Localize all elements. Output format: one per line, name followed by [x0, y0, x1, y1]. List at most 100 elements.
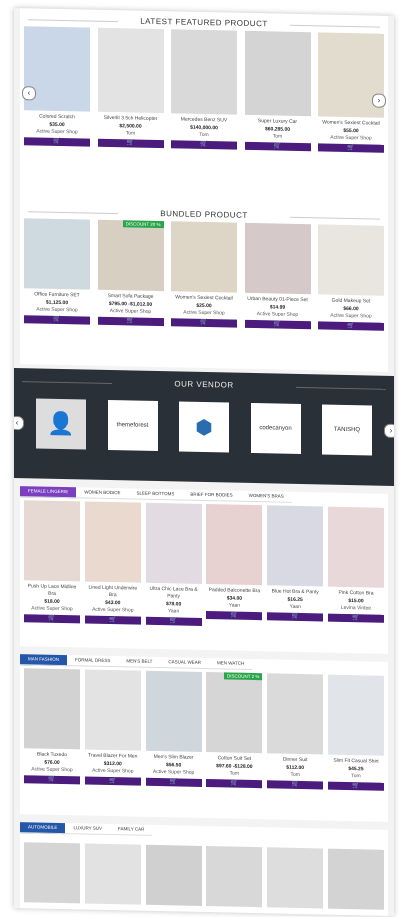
product-vendor[interactable]: Active Super Shop	[24, 766, 80, 774]
product-vendor[interactable]: Yaan	[206, 602, 262, 610]
product-vendor[interactable]: Tom	[98, 130, 164, 138]
product-image[interactable]	[84, 501, 141, 583]
product-card[interactable]: DISCOUNT 2 % Cotton Suit Set $97.60 -$12…	[206, 672, 263, 789]
product-image[interactable]	[24, 218, 90, 290]
product-card[interactable]: Men's Slim Blazer $56.50 Active Super Sh…	[145, 670, 202, 787]
product-card[interactable]: Super Luxury Car $60,285.00 Tom 🛒	[244, 30, 311, 152]
add-to-cart-button[interactable]: 🛒	[171, 318, 237, 328]
add-to-cart-button[interactable]: 🛒	[24, 614, 80, 624]
product-vendor[interactable]: Tom	[206, 770, 262, 778]
product-card[interactable]: Blue Hot Bra & Panty $16.25 Yaan 🛒	[267, 505, 324, 629]
product-card[interactable]: Lined Light Underwire Bra $43.00 Active …	[84, 501, 141, 625]
product-image[interactable]	[267, 673, 324, 755]
add-to-cart-button[interactable]: 🛒	[97, 138, 164, 149]
product-image[interactable]	[206, 846, 263, 908]
product-card[interactable]: Office Furniture SET $1,125.00 Active Su…	[24, 218, 90, 325]
product-card[interactable]: Slim Fit Casual Shirt $45.25 Tom 🛒	[327, 674, 384, 791]
product-image[interactable]	[24, 500, 80, 582]
product-card[interactable]: Mercedes Benz SUV $140,000.00 Tom 🛒	[171, 29, 237, 150]
product-image[interactable]	[171, 221, 237, 293]
product-card[interactable]: Colored Scratch $35.00 Active Super Shop…	[24, 26, 90, 147]
add-to-cart-button[interactable]: 🛒	[327, 613, 384, 623]
add-to-cart-button[interactable]: 🛒	[206, 611, 263, 621]
product-vendor[interactable]: Yaan	[146, 608, 202, 616]
add-to-cart-button[interactable]: 🛒	[327, 781, 384, 791]
product-image[interactable]: DISCOUNT 2 %	[206, 672, 263, 754]
product-card[interactable]	[267, 847, 324, 912]
add-to-cart-button[interactable]: 🛒	[244, 319, 311, 330]
product-image[interactable]	[327, 674, 384, 756]
product-card[interactable]: Dinner Suit $112.00 Tom 🛒	[267, 673, 324, 790]
add-to-cart-button[interactable]: 🛒	[84, 615, 141, 625]
product-vendor[interactable]: Active Super Shop	[318, 134, 384, 142]
vendor-next-button[interactable]: ›	[384, 423, 394, 439]
product-image[interactable]	[24, 668, 80, 750]
product-vendor[interactable]: Active Super Shop	[171, 309, 237, 317]
product-vendor[interactable]: Levina Vintee	[328, 605, 384, 613]
product-image[interactable]	[267, 505, 324, 587]
product-card[interactable]: Pink Cotton Bra $15.00 Levina Vintee 🛒	[327, 506, 384, 630]
add-to-cart-button[interactable]: 🛒	[84, 776, 141, 786]
vendor-logo[interactable]: codecanyon	[250, 402, 301, 455]
product-image[interactable]	[145, 844, 202, 906]
product-image[interactable]	[327, 848, 384, 910]
carousel-prev-button[interactable]: ‹	[22, 86, 36, 101]
product-image[interactable]	[267, 847, 324, 909]
add-to-cart-button[interactable]: 🛒	[318, 321, 384, 331]
product-card[interactable]	[24, 842, 80, 907]
product-vendor[interactable]: Active Super Shop	[24, 605, 80, 613]
add-to-cart-button[interactable]: 🛒	[24, 137, 90, 147]
product-card[interactable]: Padded Balconette Bra $34.00 Yaan 🛒	[206, 504, 263, 628]
add-to-cart-button[interactable]: 🛒	[24, 315, 90, 325]
product-vendor[interactable]: Tom	[328, 773, 384, 781]
product-name[interactable]: Lined Light Underwire Bra	[85, 584, 141, 599]
product-card[interactable]: Women's Sexiest Cocktail $25.00 Active S…	[171, 221, 237, 328]
product-image[interactable]	[244, 30, 311, 117]
product-image[interactable]	[318, 224, 384, 296]
add-to-cart-button[interactable]: 🛒	[145, 616, 202, 626]
add-to-cart-button[interactable]: 🛒	[97, 316, 164, 327]
product-name[interactable]: Ultra Chic Lace Bra & Panty	[146, 586, 202, 601]
product-vendor[interactable]: Active Super Shop	[24, 128, 90, 136]
product-vendor[interactable]: Active Super Shop	[24, 306, 90, 314]
vendor-logo[interactable]: 👤	[36, 398, 86, 450]
product-image[interactable]	[24, 842, 80, 904]
vendor-logo[interactable]: themeforest	[107, 399, 158, 452]
product-card[interactable]	[84, 843, 141, 908]
vendor-logo[interactable]: ⬢	[179, 401, 229, 453]
product-card[interactable]	[327, 848, 384, 913]
add-to-cart-button[interactable]: 🛒	[267, 612, 324, 622]
product-image[interactable]	[97, 27, 164, 114]
product-image[interactable]	[145, 670, 202, 752]
add-to-cart-button[interactable]: 🛒	[318, 143, 384, 153]
product-vendor[interactable]: Tom	[245, 133, 311, 141]
product-vendor[interactable]: Yaan	[267, 603, 323, 611]
carousel-next-button[interactable]: ›	[372, 93, 386, 108]
product-card[interactable]: Women's Sexiest Cocktail $55.00 Active S…	[318, 32, 384, 153]
product-card[interactable]: Push Up Lace Midline Bra $18.00 Active S…	[24, 500, 80, 624]
add-to-cart-button[interactable]: 🛒	[171, 140, 237, 150]
product-card[interactable]: Urban Beauty 01-Piece Set $14.99 Active …	[244, 222, 311, 330]
product-card[interactable]: Silverlit 3.5ch Helicopter $2,500.00 Tom…	[97, 27, 164, 149]
product-vendor[interactable]: Tom	[267, 771, 323, 779]
product-card[interactable]: Black Tuxedo $76.00 Active Super Shop 🛒	[24, 668, 80, 785]
product-image[interactable]	[244, 222, 311, 295]
add-to-cart-button[interactable]: 🛒	[267, 780, 324, 790]
product-image[interactable]	[84, 669, 141, 751]
product-vendor[interactable]: Active Super Shop	[98, 308, 164, 316]
vendor-logo[interactable]: TANISHQ	[322, 404, 372, 456]
product-vendor[interactable]: Active Super Shop	[146, 769, 202, 777]
product-card[interactable]	[145, 844, 202, 909]
product-card[interactable]: Ultra Chic Lace Bra & Panty $78.00 Yaan …	[145, 502, 202, 626]
add-to-cart-button[interactable]: 🛒	[244, 141, 311, 152]
product-vendor[interactable]: Active Super Shop	[245, 311, 311, 319]
vendor-prev-button[interactable]: ‹	[14, 415, 24, 431]
add-to-cart-button[interactable]: 🛒	[206, 779, 263, 789]
product-card[interactable]: DISCOUNT 20 % Smart Sofa Package $795.00…	[97, 219, 164, 327]
product-image[interactable]: DISCOUNT 20 %	[97, 219, 164, 292]
product-vendor[interactable]: Tom	[171, 131, 237, 139]
product-name[interactable]: Push Up Lace Midline Bra	[24, 583, 80, 598]
add-to-cart-button[interactable]: 🛒	[24, 775, 80, 785]
product-image[interactable]	[84, 843, 141, 905]
add-to-cart-button[interactable]: 🛒	[145, 777, 202, 787]
